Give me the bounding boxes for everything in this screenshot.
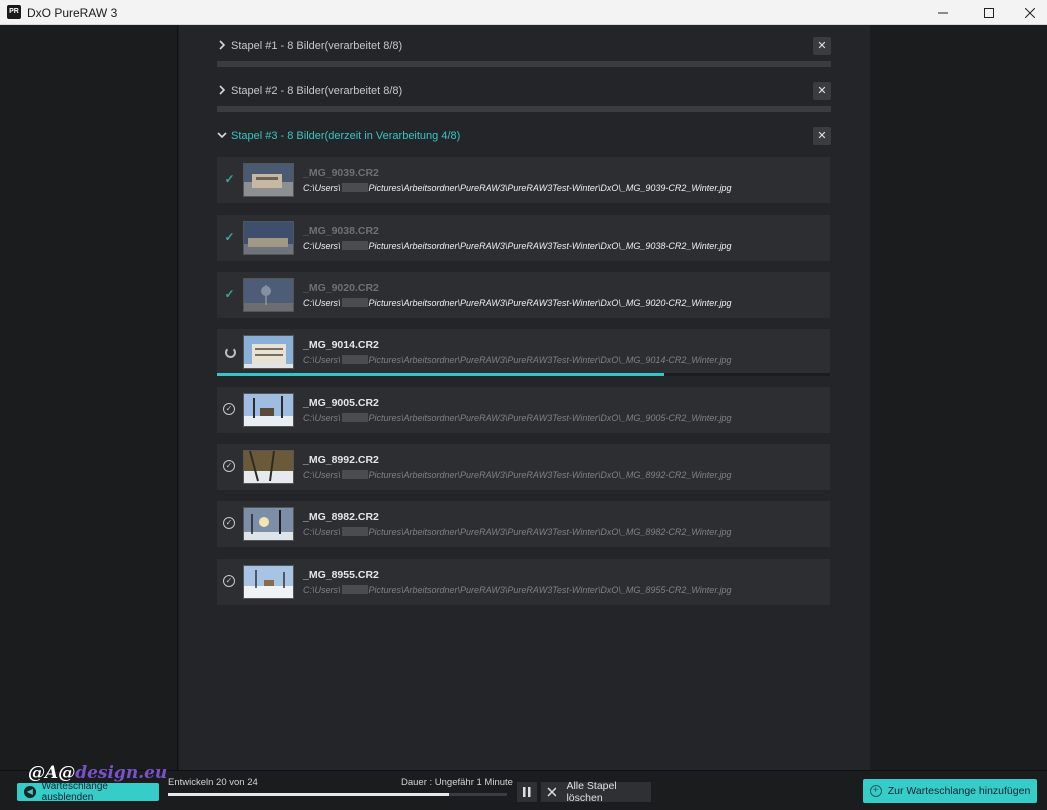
chevron-right-icon[interactable] bbox=[217, 84, 229, 98]
thumbnail bbox=[243, 565, 294, 599]
thumbnail bbox=[243, 278, 294, 312]
thumbnail bbox=[243, 335, 294, 369]
file-progress-fill bbox=[217, 373, 665, 376]
pause-icon bbox=[523, 787, 531, 797]
minimize-icon bbox=[938, 12, 948, 13]
chevron-down-icon[interactable] bbox=[217, 129, 229, 143]
file-row[interactable]: ✓ _MG_9005.CR2 C:\Users\ Pictures\Arbeits… bbox=[217, 387, 830, 433]
pending-icon: ✓ bbox=[223, 460, 235, 472]
close-icon bbox=[1024, 7, 1035, 18]
file-row[interactable]: ✓ _MG_8992.CR2 C:\Users\ Pictures\Arbeits… bbox=[217, 444, 830, 490]
hide-queue-button[interactable]: ◀ Warteschlange ausblenden bbox=[17, 781, 159, 803]
bottom-bar: @A@design.eu ◀ Warteschlange ausblenden … bbox=[0, 763, 1047, 810]
file-row[interactable]: ✓ _MG_9038.CR2 C:\Users\ Pictures\Arbeits… bbox=[217, 215, 830, 261]
redacted-block bbox=[341, 183, 368, 192]
maximize-button[interactable] bbox=[966, 0, 1012, 25]
batch-header-2[interactable]: Stapel #2 - 8 Bilder(verarbeitet 8/8) ✕ bbox=[217, 81, 831, 103]
file-name: _MG_8955.CR2 bbox=[303, 569, 379, 581]
close-icon bbox=[547, 787, 557, 797]
thumbnail bbox=[243, 393, 294, 427]
file-path: C:\Users\ Pictures\Arbeitsordner\PureRAW3… bbox=[303, 183, 732, 193]
close-window-button[interactable] bbox=[1012, 0, 1047, 25]
file-path: C:\Users\ Pictures\Arbeitsordner\PureRAW3… bbox=[303, 413, 732, 423]
file-path: C:\Users\ Pictures\Arbeitsordner\PureRAW3… bbox=[303, 585, 732, 595]
file-row[interactable]: ✓ _MG_9039.CR2 C:\Users\ Pictures\Arbeits… bbox=[217, 157, 830, 203]
file-row[interactable]: ✓ _MG_8955.CR2 C:\Users\ Pictures\Arbeits… bbox=[217, 559, 830, 605]
file-row[interactable]: _MG_9014.CR2 C:\Users\ Pictures\Arbeitsor… bbox=[217, 329, 830, 375]
develop-progress-bar bbox=[168, 793, 507, 796]
add-queue-label: Zur Warteschlange hinzufügen bbox=[887, 785, 1031, 797]
redacted-block bbox=[341, 355, 368, 364]
redacted-block bbox=[341, 241, 368, 250]
pause-button[interactable] bbox=[517, 782, 537, 802]
batch-progress-bar bbox=[217, 106, 831, 112]
file-name: _MG_8992.CR2 bbox=[303, 454, 379, 466]
file-path: C:\Users\ Pictures\Arbeitsordner\PureRAW3… bbox=[303, 355, 732, 365]
batch-progress-bar bbox=[217, 61, 831, 67]
redacted-block bbox=[341, 585, 368, 594]
maximize-icon bbox=[984, 7, 994, 18]
develop-status: Entwickeln 20 von 24 bbox=[168, 777, 258, 788]
watermark: @A@design.eu bbox=[28, 763, 168, 783]
file-row[interactable]: ✓ _MG_8982.CR2 C:\Users\ Pictures\Arbeits… bbox=[217, 501, 830, 547]
file-name: _MG_9020.CR2 bbox=[303, 282, 379, 294]
thumbnail bbox=[243, 450, 294, 484]
file-progress-bar bbox=[217, 373, 830, 376]
pending-icon: ✓ bbox=[223, 517, 235, 529]
window-title: DxO PureRAW 3 bbox=[27, 6, 118, 20]
develop-progress-fill bbox=[168, 793, 450, 796]
batch-title: Stapel #2 - 8 Bilder(verarbeitet 8/8) bbox=[231, 85, 403, 97]
redacted-block bbox=[341, 298, 368, 307]
add-to-queue-button[interactable]: + Zur Warteschlange hinzufügen bbox=[863, 779, 1037, 803]
batch-close-button[interactable]: ✕ bbox=[813, 127, 831, 145]
file-row[interactable]: ✓ _MG_9020.CR2 C:\Users\ Pictures\Arbeits… bbox=[217, 272, 830, 318]
batch-title: Stapel #3 - 8 Bilder(derzeit in Verarbei… bbox=[231, 130, 461, 142]
right-panel bbox=[870, 25, 1047, 770]
thumbnail bbox=[243, 163, 294, 197]
check-icon: ✓ bbox=[224, 172, 235, 186]
clear-all-batches-button[interactable]: Alle Stapel löschen bbox=[541, 780, 651, 804]
check-icon: ✓ bbox=[224, 230, 235, 244]
spinner-icon bbox=[225, 347, 236, 358]
file-path: C:\Users\ Pictures\Arbeitsordner\PureRAW3… bbox=[303, 527, 732, 537]
thumbnail bbox=[243, 507, 294, 541]
hide-queue-label: Warteschlange ausblenden bbox=[41, 781, 108, 803]
title-bar: PR DxO PureRAW 3 bbox=[0, 0, 1047, 25]
file-path: C:\Users\ Pictures\Arbeitsordner\PureRAW3… bbox=[303, 241, 732, 251]
batch-title: Stapel #1 - 8 Bilder(verarbeitet 8/8) bbox=[231, 40, 403, 52]
file-name: _MG_9039.CR2 bbox=[303, 167, 379, 179]
plus-icon: + bbox=[869, 785, 882, 797]
redacted-block bbox=[341, 470, 368, 479]
duration-status: Dauer : Ungefähr 1 Minute bbox=[401, 777, 513, 788]
pending-icon: ✓ bbox=[223, 403, 235, 415]
file-name: _MG_9014.CR2 bbox=[303, 339, 379, 351]
clear-all-label: Alle Stapel löschen bbox=[566, 780, 617, 804]
app-logo-icon: PR bbox=[7, 5, 21, 19]
pending-icon: ✓ bbox=[223, 575, 235, 587]
check-icon: ✓ bbox=[224, 287, 235, 301]
minimize-button[interactable] bbox=[920, 0, 966, 25]
redacted-block bbox=[341, 413, 368, 422]
left-panel bbox=[0, 25, 178, 770]
arrow-left-icon: ◀ bbox=[24, 786, 36, 798]
redacted-block bbox=[341, 527, 368, 536]
file-path: C:\Users\ Pictures\Arbeitsordner\PureRAW3… bbox=[303, 470, 732, 480]
batch-close-button[interactable]: ✕ bbox=[813, 82, 831, 100]
file-name: _MG_9005.CR2 bbox=[303, 397, 379, 409]
batch-header-1[interactable]: Stapel #1 - 8 Bilder(verarbeitet 8/8) ✕ bbox=[217, 36, 831, 58]
thumbnail bbox=[243, 221, 294, 255]
file-name: _MG_9038.CR2 bbox=[303, 225, 379, 237]
file-name: _MG_8982.CR2 bbox=[303, 511, 379, 523]
chevron-right-icon[interactable] bbox=[217, 39, 229, 53]
batch-close-button[interactable]: ✕ bbox=[813, 37, 831, 55]
file-path: C:\Users\ Pictures\Arbeitsordner\PureRAW3… bbox=[303, 298, 732, 308]
batch-header-3[interactable]: Stapel #3 - 8 Bilder(derzeit in Verarbei… bbox=[217, 126, 831, 148]
